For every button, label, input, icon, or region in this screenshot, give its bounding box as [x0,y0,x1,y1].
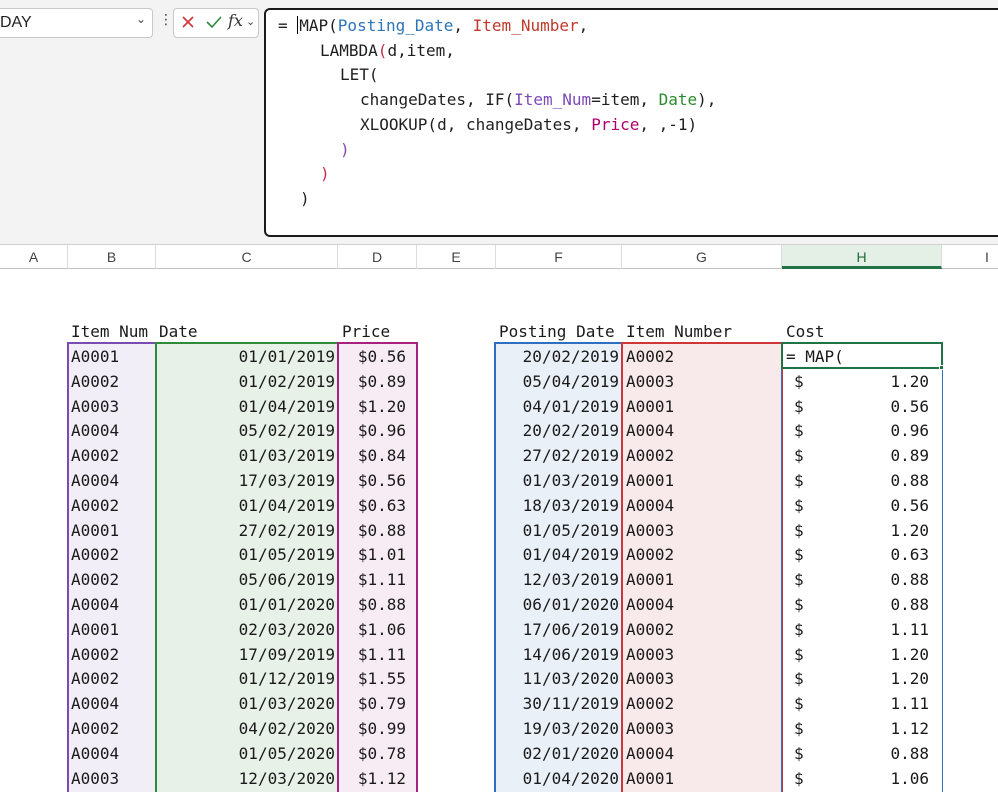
enter-check-icon[interactable] [205,14,223,30]
formula-input[interactable]: = MAP(Posting_Date, Item_Number, LAMBDA(… [264,8,998,237]
formula-controls: fx ⌄ [173,8,259,38]
date-range-border [155,342,339,792]
header-item-number[interactable]: Item Number [626,319,782,344]
column-header-d[interactable]: D [338,245,417,269]
item-number-range-border [621,342,783,792]
formula-line-3: LET( [340,65,379,84]
formula-line-7: ) [320,164,330,183]
more-options-icon[interactable]: ⋮ [159,12,173,28]
column-header-c[interactable]: C [156,245,338,269]
cost-spill-range-border [781,367,943,792]
header-price[interactable]: Price [342,319,412,344]
column-header-b[interactable]: B [68,245,156,269]
formula-line-5: XLOOKUP(d, changeDates, Price, ,-1) [360,115,698,134]
name-box-text: DAY [0,14,32,31]
fill-handle[interactable] [939,365,944,370]
formula-bar-area: DAY ⌄ ⋮ fx ⌄ = MAP(Posting_Date, Item_Nu… [0,0,998,244]
column-header-i[interactable]: I [942,245,998,269]
header-cost[interactable]: Cost [786,319,936,344]
column-header-f[interactable]: F [496,245,622,269]
name-box[interactable]: DAY ⌄ [0,8,153,38]
formula-line-8: ) [300,189,310,208]
item-num-range-border [67,342,157,792]
formula-line-6: ) [340,140,350,159]
active-cell-border[interactable] [781,342,943,369]
header-posting-date[interactable]: Posting Date [499,319,623,344]
posting-date-range-border [494,342,623,792]
column-header-g[interactable]: G [622,245,782,269]
column-header-e[interactable]: E [417,245,496,269]
chevron-down-icon[interactable]: ⌄ [246,15,255,28]
header-item-num[interactable]: Item Num [71,319,161,344]
chevron-down-icon[interactable]: ⌄ [136,12,146,26]
header-date[interactable]: Date [159,319,239,344]
price-range-border [337,342,418,792]
insert-function-icon[interactable]: fx [228,11,243,30]
column-header-a[interactable]: A [0,245,68,269]
cancel-icon[interactable] [180,14,196,30]
column-header-h[interactable]: H [782,245,942,269]
formula-line-1: = MAP(Posting_Date, Item_Number, [278,16,589,35]
column-headers: A B C D E F G H I [0,244,998,269]
formula-line-4: changeDates, IF(Item_Num=item, Date), [360,90,717,109]
formula-line-2: LAMBDA(d,item, [320,41,455,60]
